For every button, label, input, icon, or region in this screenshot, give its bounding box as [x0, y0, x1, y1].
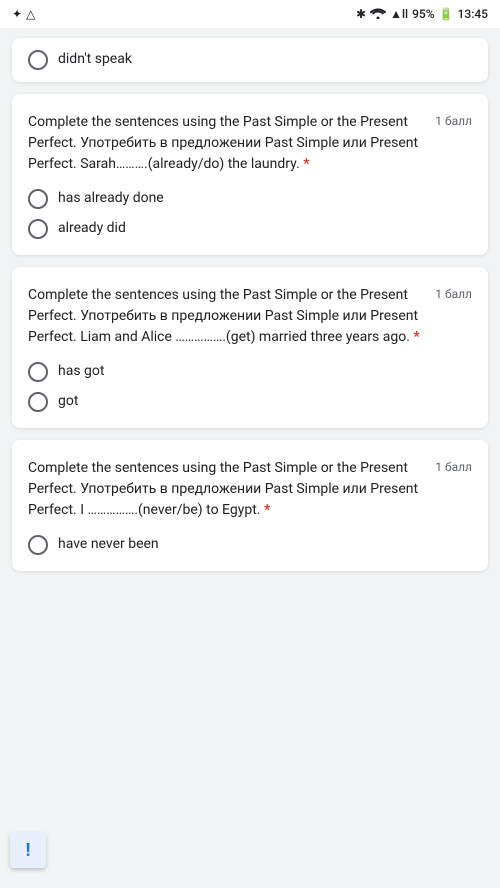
radio-q1o2[interactable]: [28, 219, 48, 239]
question-points-2: 1 балл: [435, 287, 472, 301]
alert-button[interactable]: !: [10, 832, 46, 868]
alert-icon: !: [26, 840, 31, 861]
partial-option-label: didn't speak: [58, 50, 132, 70]
status-bar: ✦ △ ✱ ▲ll 95% 🔋 13:45: [0, 0, 500, 28]
radio-q2o2[interactable]: [28, 392, 48, 412]
radio-q3o1[interactable]: [28, 535, 48, 555]
radio-q1o1[interactable]: [28, 189, 48, 209]
option-label-q2o2: got: [58, 392, 78, 412]
question-card-2: Complete the sentences using the Past Si…: [12, 267, 488, 428]
question-text-3: Complete the sentences using the Past Si…: [28, 458, 427, 521]
radio-q2o1[interactable]: [28, 362, 48, 382]
question-points-3: 1 балл: [435, 460, 472, 474]
option-item-q2o2[interactable]: got: [28, 392, 472, 412]
option-item-q1o1[interactable]: has already done: [28, 189, 472, 209]
radio-button-partial[interactable]: [28, 50, 48, 70]
option-label-q2o1: has got: [58, 362, 104, 382]
question-text-1: Complete the sentences using the Past Si…: [28, 112, 427, 175]
option-label-q1o2: already did: [58, 219, 126, 239]
notification-icon: △: [26, 7, 35, 21]
options-list-2: has got got: [28, 362, 472, 412]
option-label-q3o1: have never been: [58, 535, 159, 555]
required-star-3: *: [264, 502, 270, 518]
options-list-1: has already done already did: [28, 189, 472, 239]
battery-icon: 🔋: [439, 7, 454, 21]
option-item-q1o2[interactable]: already did: [28, 219, 472, 239]
required-star-1: *: [303, 156, 309, 172]
bluetooth-icon: ✦: [12, 7, 22, 21]
question-card-1: Complete the sentences using the Past Si…: [12, 94, 488, 255]
required-star-2: *: [413, 329, 419, 345]
option-item-q3o1[interactable]: have never been: [28, 535, 472, 555]
question-text-2: Complete the sentences using the Past Si…: [28, 285, 427, 348]
question-points-1: 1 балл: [435, 114, 472, 128]
question-header-1: Complete the sentences using the Past Si…: [28, 112, 472, 175]
status-bar-right: ✱ ▲ll 95% 🔋 13:45: [356, 7, 488, 22]
question-header-2: Complete the sentences using the Past Si…: [28, 285, 472, 348]
question-header-3: Complete the sentences using the Past Si…: [28, 458, 472, 521]
option-label-q1o1: has already done: [58, 189, 164, 209]
partial-option-item[interactable]: didn't speak: [28, 50, 472, 70]
option-item-q2o1[interactable]: has got: [28, 362, 472, 382]
signal-bars: ▲ll: [390, 7, 408, 21]
status-bar-left: ✦ △: [12, 7, 35, 21]
bluetooth-status: ✱: [356, 7, 366, 21]
question-card-3: Complete the sentences using the Past Si…: [12, 440, 488, 571]
battery-percentage: 95%: [412, 7, 434, 21]
options-list-3: have never been: [28, 535, 472, 555]
wifi-icon: [370, 7, 386, 22]
partial-question-card: didn't speak: [12, 38, 488, 82]
time-display: 13:45: [458, 7, 488, 21]
page-content: didn't speak Complete the sentences usin…: [0, 28, 500, 581]
